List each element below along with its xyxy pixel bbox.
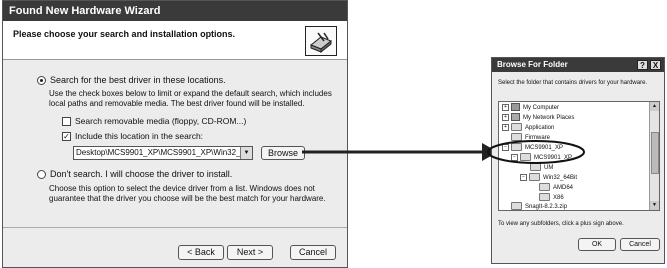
network-icon xyxy=(511,113,520,122)
browse-ok-button[interactable]: OK xyxy=(578,238,616,251)
search-best-radio[interactable] xyxy=(37,76,46,85)
tree-item-my-computer[interactable]: + My Computer xyxy=(502,103,559,113)
scroll-thumb[interactable] xyxy=(651,132,659,174)
hardware-icon xyxy=(305,26,337,56)
location-value: Desktop\MCS9901_XP\MCS9901_XP\Win32_64Bi… xyxy=(76,148,253,157)
dont-search-label: Don't search. I will choose the driver t… xyxy=(50,169,233,179)
wizard-footer-divider xyxy=(3,227,347,228)
zip-folder-icon xyxy=(511,202,522,210)
wizard-titlebar[interactable]: Found New Hardware Wizard xyxy=(3,1,347,21)
tree-scrollbar[interactable]: ▲ ▼ xyxy=(649,102,659,210)
chevron-down-icon: ▼ xyxy=(243,150,250,156)
help-button[interactable]: ? xyxy=(637,60,648,70)
wizard-title: Found New Hardware Wizard xyxy=(9,5,161,17)
scroll-up-arrow[interactable]: ▲ xyxy=(650,102,659,111)
browse-footer-text: To view any subfolders, click a plus sig… xyxy=(498,221,624,227)
search-best-label: Search for the best driver in these loca… xyxy=(50,75,226,85)
expand-icon[interactable]: + xyxy=(502,103,509,111)
computer-icon xyxy=(511,103,520,112)
include-location-label: Include this location in the search: xyxy=(75,131,204,141)
highlight-ellipse xyxy=(487,140,585,164)
next-button[interactable]: Next > xyxy=(227,245,273,260)
tree-item-network[interactable]: + My Network Places xyxy=(502,113,574,123)
folder-open-icon xyxy=(529,173,540,182)
folder-icon xyxy=(511,123,522,132)
tree-item-application[interactable]: + Application xyxy=(502,123,554,133)
collapse-icon[interactable]: − xyxy=(520,173,527,181)
browse-dialog: Browse For Folder ? X Select the folder … xyxy=(487,57,665,264)
browse-title: Browse For Folder xyxy=(497,60,568,69)
wizard-header-text: Please choose your search and installati… xyxy=(13,29,236,39)
dont-search-radio[interactable] xyxy=(37,170,46,179)
tree-item-snagit[interactable]: SnagIt-8.2.3.zip xyxy=(511,202,567,210)
help-icon: ? xyxy=(640,61,645,70)
include-location-checkbox[interactable]: ✓ xyxy=(62,132,71,141)
tree-item-amd64[interactable]: AMD64 xyxy=(539,183,573,193)
browse-cancel-button[interactable]: Cancel xyxy=(620,238,660,251)
removable-media-label: Search removable media (floppy, CD-ROM..… xyxy=(75,116,247,126)
close-button[interactable]: X xyxy=(650,60,661,70)
folder-icon xyxy=(539,183,550,192)
scroll-down-arrow[interactable]: ▼ xyxy=(650,201,659,210)
expand-icon[interactable]: + xyxy=(502,113,509,121)
removable-media-checkbox[interactable] xyxy=(62,117,71,126)
folder-icon xyxy=(539,193,550,202)
browse-instruction: Select the folder that contains drivers … xyxy=(498,80,648,86)
tree-item-win32-64bit[interactable]: − Win32_64Bit xyxy=(520,173,577,183)
location-field[interactable]: Desktop\MCS9901_XP\MCS9901_XP\Win32_64Bi… xyxy=(73,146,253,160)
close-icon: X xyxy=(652,61,659,70)
wizard-header-band: Please choose your search and installati… xyxy=(3,21,347,60)
location-dropdown-button[interactable]: ▼ xyxy=(240,147,252,159)
back-button[interactable]: < Back xyxy=(178,245,224,260)
browse-titlebar[interactable]: Browse For Folder ? X xyxy=(492,58,664,72)
search-best-description: Use the check boxes below to limit or ex… xyxy=(49,89,332,108)
expand-icon[interactable]: + xyxy=(502,123,509,131)
cancel-button[interactable]: Cancel xyxy=(290,245,336,260)
callout-arrow xyxy=(302,143,498,161)
dont-search-description: Choose this option to select the device … xyxy=(49,184,326,203)
wizard-window: Found New Hardware Wizard Please choose … xyxy=(2,0,348,268)
browse-button[interactable]: Browse xyxy=(261,146,305,160)
